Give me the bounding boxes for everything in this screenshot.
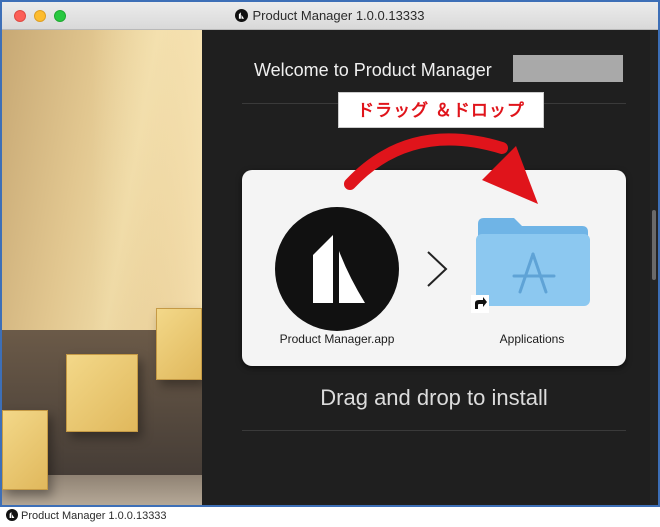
background-artwork [2, 30, 202, 505]
product-manager-logo-icon [235, 9, 249, 22]
drop-target-card: Product Manager.app Applications [242, 170, 626, 366]
divider [242, 430, 626, 431]
alias-arrow-icon [471, 295, 489, 313]
title-bar[interactable]: Product Manager 1.0.0.13333 [2, 2, 658, 30]
applications-folder-icon[interactable] [474, 210, 592, 308]
product-manager-app-icon[interactable] [275, 207, 399, 331]
window-title: Product Manager 1.0.0.13333 [252, 8, 425, 23]
caption-text: Product Manager 1.0.0.13333 [21, 510, 167, 522]
window-title-area: Product Manager 1.0.0.13333 [2, 8, 658, 23]
drag-drop-callout: ドラッグ ＆ドロップ [338, 92, 544, 128]
welcome-heading: Welcome to Product Manager [254, 60, 492, 80]
decor-cube [2, 410, 48, 490]
install-instruction: Drag and drop to install [320, 385, 548, 410]
scrollbar[interactable] [650, 30, 658, 505]
decor-cube [156, 308, 202, 380]
redaction-box [513, 55, 623, 82]
scrollbar-thumb[interactable] [652, 210, 656, 280]
installer-panel: Welcome to Product Manager Product Manag… [202, 30, 658, 505]
applications-label: Applications [499, 332, 565, 346]
product-manager-logo-icon [313, 235, 365, 303]
product-manager-logo-icon [6, 509, 18, 521]
app-label: Product Manager.app [279, 332, 395, 346]
taskbar-caption: Product Manager 1.0.0.13333 [6, 509, 167, 522]
chevron-right-icon [427, 251, 448, 287]
decor-cube [66, 354, 138, 432]
